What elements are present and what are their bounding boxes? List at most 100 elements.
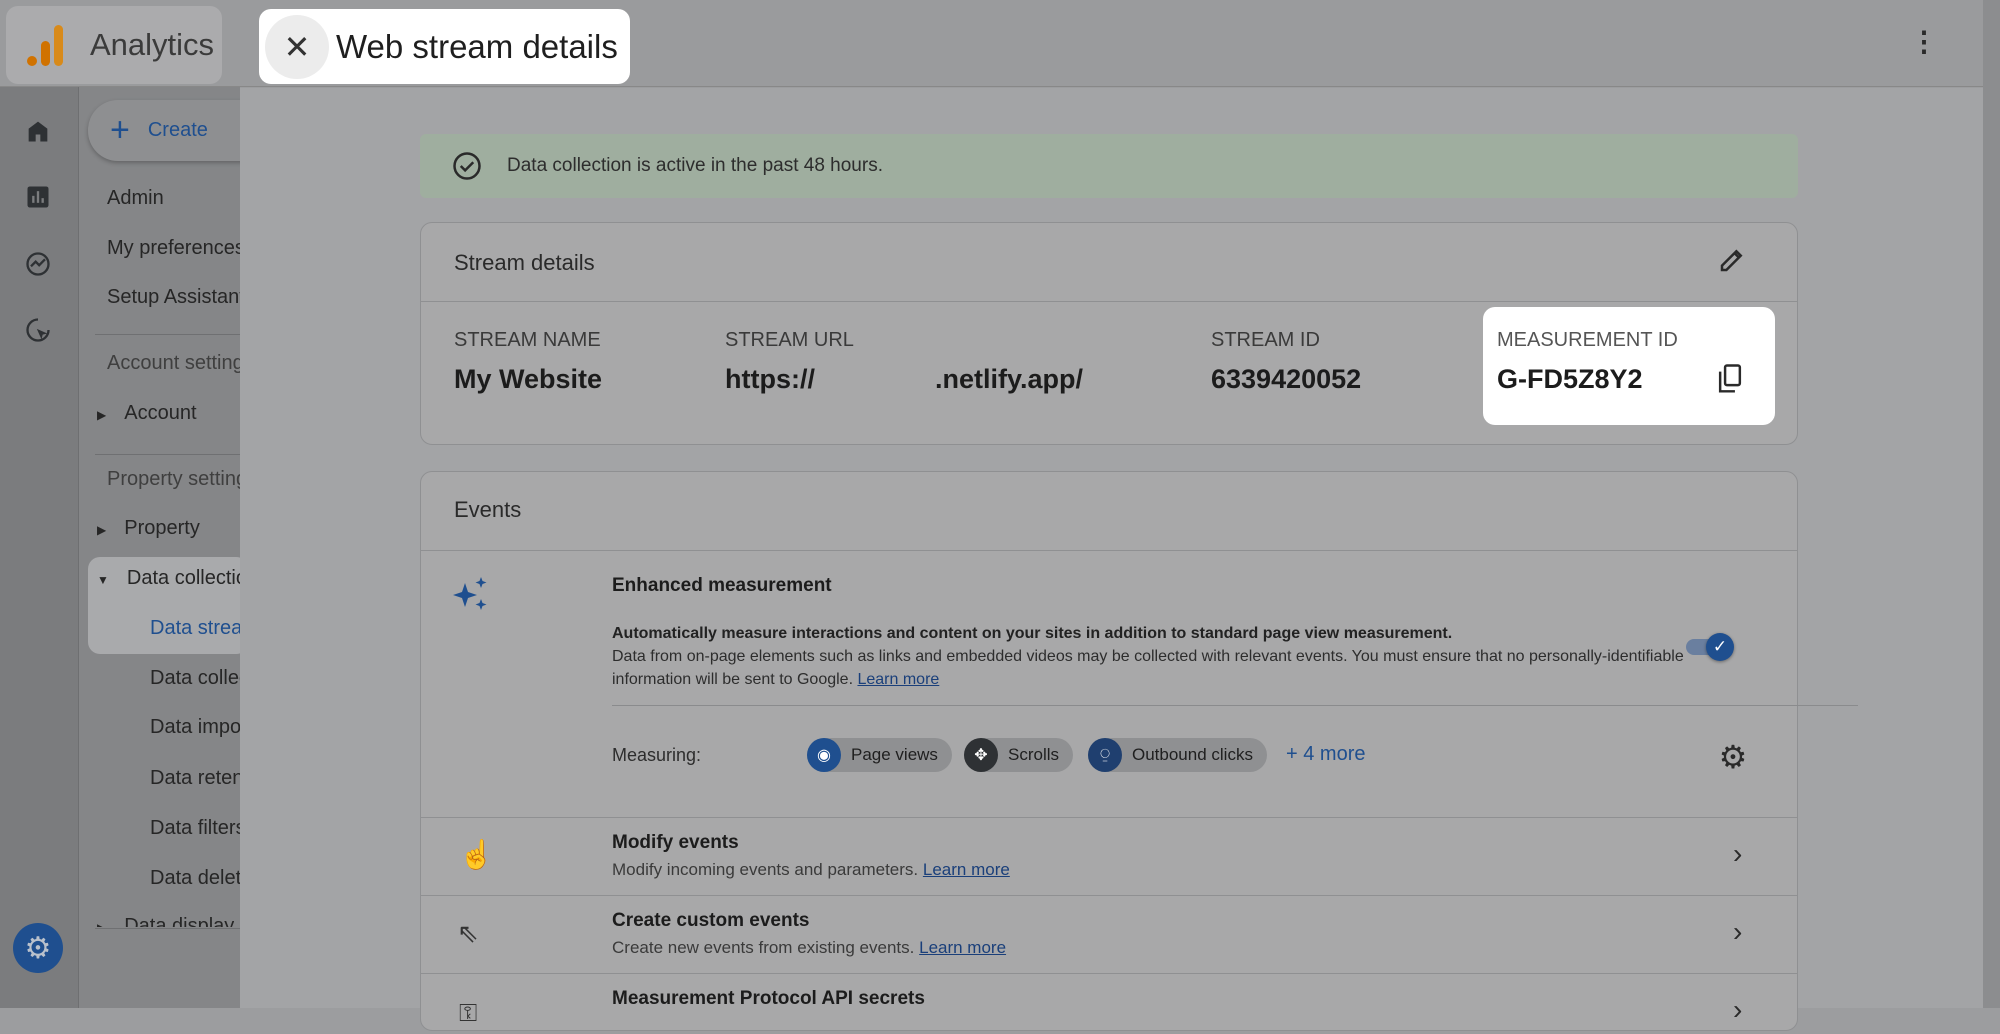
check-icon: ✓ <box>1712 637 1728 656</box>
pencil-icon <box>1720 249 1743 272</box>
row-subtitle-text: Modify incoming events and parameters. <box>612 860 919 879</box>
measurement-id-box: MEASUREMENT ID G-FD5Z8Y2 <box>1483 307 1775 425</box>
close-button[interactable]: ✕ <box>265 14 329 79</box>
sidebar-item-data-filters[interactable]: Data filters <box>150 817 240 840</box>
status-text: Data collection is active in the past 48… <box>507 155 883 176</box>
status-banner: Data collection is active in the past 48… <box>420 134 1798 198</box>
events-card: Events Enhanced measurement Automaticall… <box>420 471 1858 1034</box>
page-title: Web stream details <box>336 27 618 65</box>
chevron-right-icon: › <box>1733 994 1743 1025</box>
description-text: Data from on-page elements such as links… <box>612 648 1684 688</box>
web-stream-panel: Data collection is active in the past 48… <box>240 88 1983 1031</box>
gear-icon: ⚙ <box>24 931 52 965</box>
row-subtitle: Modify incoming events and parameters. L… <box>612 860 1010 880</box>
home-icon[interactable] <box>24 117 52 145</box>
header-title-box: ✕ Web stream details <box>259 9 630 84</box>
account-settings-heading: Account settings <box>107 352 240 374</box>
stream-url-label: STREAM URL <box>725 329 854 351</box>
copy-icon <box>1718 364 1742 393</box>
explore-icon[interactable] <box>24 250 52 278</box>
events-title: Events <box>454 497 522 522</box>
description-bold: Automatically measure interactions and c… <box>612 625 1453 642</box>
learn-more-link[interactable]: Learn more <box>857 671 939 688</box>
measurement-id-value[interactable]: G-FD5Z8Y2 <box>1497 364 1643 395</box>
measurement-protocol-row[interactable]: ⚿ Measurement Protocol API secrets › <box>421 974 1797 1034</box>
row-subtitle: Create new events from existing events. … <box>612 938 1006 958</box>
advertising-icon[interactable] <box>24 316 52 344</box>
stream-url-suffix: .netlify.app/ <box>935 364 1084 394</box>
row-title: Create custom events <box>612 910 810 931</box>
sidebar-item-account[interactable]: ▶ Account <box>97 402 197 425</box>
chevron-right-icon: › <box>1733 916 1743 947</box>
learn-more-link[interactable]: Learn more <box>919 938 1006 957</box>
enhanced-measurement-title: Enhanced measurement <box>612 575 832 596</box>
divider <box>421 550 1797 551</box>
edit-button[interactable] <box>1717 245 1749 277</box>
sidebar-item-data-collection-sub[interactable]: Data collection <box>150 667 240 690</box>
plus-icon: + <box>110 111 130 149</box>
chip-label: Scrolls <box>1008 745 1060 764</box>
chip-scrolls: ✥ Scrolls <box>964 738 1074 772</box>
sidebar-item-data-import[interactable]: Data import <box>150 716 240 739</box>
stream-id-label: STREAM ID <box>1211 329 1320 351</box>
analytics-logo-icon <box>27 25 63 66</box>
admin-settings-button[interactable]: ⚙ <box>13 923 63 973</box>
stream-name-value: My Website <box>454 364 603 394</box>
create-label: Create <box>147 119 208 141</box>
caret-right-icon: ▶ <box>97 523 107 537</box>
divider <box>421 301 1797 302</box>
enhanced-measurement-description: Automatically measure interactions and c… <box>612 622 1762 691</box>
more-measuring-link[interactable]: + 4 more <box>1286 743 1365 766</box>
property-label: Property <box>124 517 200 539</box>
account-label: Account <box>124 402 197 424</box>
sidebar-item-data-collection[interactable]: ▼ Data collection and modification <box>97 567 240 590</box>
measurement-id-label: MEASUREMENT ID <box>1497 329 1678 351</box>
sidebar-item-preferences[interactable]: My preferences <box>107 237 240 260</box>
enhanced-measurement-toggle[interactable]: ✓ <box>1686 632 1736 662</box>
toggle-thumb: ✓ <box>1706 633 1734 661</box>
scroll-icon: ✥ <box>964 738 998 772</box>
measuring-label: Measuring: <box>612 745 702 765</box>
more-options-button[interactable]: ⋮ <box>1910 24 1938 60</box>
data-collection-label: Data collection and modification <box>126 567 240 589</box>
sidebar-item-data-display[interactable]: ▶ Data display <box>97 915 234 927</box>
close-icon: ✕ <box>283 28 311 65</box>
sidebar-item-data-deletion[interactable]: Data deletion requests <box>150 867 240 890</box>
sidebar-item-data-retention[interactable]: Data retention <box>150 767 240 790</box>
eye-icon: ◉ <box>807 738 841 772</box>
sidebar-item-setup-assistant[interactable]: Setup Assistant <box>107 286 240 309</box>
gear-icon: ⚙ <box>1718 739 1748 775</box>
analytics-logo-area[interactable]: Analytics <box>6 6 222 84</box>
chip-label: Page views <box>851 745 938 764</box>
app-name: Analytics <box>90 27 215 62</box>
caret-down-icon: ▼ <box>97 573 109 587</box>
stream-url-prefix: https:// <box>725 364 815 394</box>
chip-outbound-clicks: ⍜ Outbound clicks <box>1088 738 1267 772</box>
property-settings-heading: Property settings <box>107 468 240 490</box>
copy-button[interactable] <box>1715 363 1747 397</box>
scrollbar[interactable] <box>1983 0 2000 1008</box>
row-title: Modify events <box>612 832 739 853</box>
modify-events-row[interactable]: ☝ Modify events Modify incoming events a… <box>421 818 1797 895</box>
mouse-icon: ⍜ <box>1088 738 1122 772</box>
sparkle-icon <box>453 577 487 610</box>
divider <box>612 705 1858 706</box>
sidebar-item-property[interactable]: ▶ Property <box>97 517 200 540</box>
create-custom-events-row[interactable]: ⇖ Create custom events Create new events… <box>421 896 1797 973</box>
admin-sidebar: + Create Admin My preferences Setup Assi… <box>78 87 240 1008</box>
check-circle-icon <box>453 152 481 180</box>
chevron-right-icon: › <box>1733 838 1743 869</box>
chip-label: Outbound clicks <box>1132 745 1253 764</box>
cursor-sparkle-icon: ⇖ <box>457 918 479 948</box>
nav-rail: ⚙ <box>0 87 78 1008</box>
sidebar-item-admin[interactable]: Admin <box>107 187 164 210</box>
sidebar-item-data-streams[interactable]: Data streams <box>150 617 240 640</box>
enhanced-settings-button[interactable]: ⚙ <box>1716 740 1750 774</box>
row-subtitle-text: Create new events from existing events. <box>612 938 915 957</box>
touch-icon: ☝ <box>459 839 494 870</box>
more-vert-icon: ⋮ <box>1910 26 1938 57</box>
stream-name-label: STREAM NAME <box>454 329 601 351</box>
reports-icon[interactable] <box>24 183 52 211</box>
learn-more-link[interactable]: Learn more <box>923 860 1010 879</box>
create-button[interactable]: + Create <box>88 100 240 161</box>
